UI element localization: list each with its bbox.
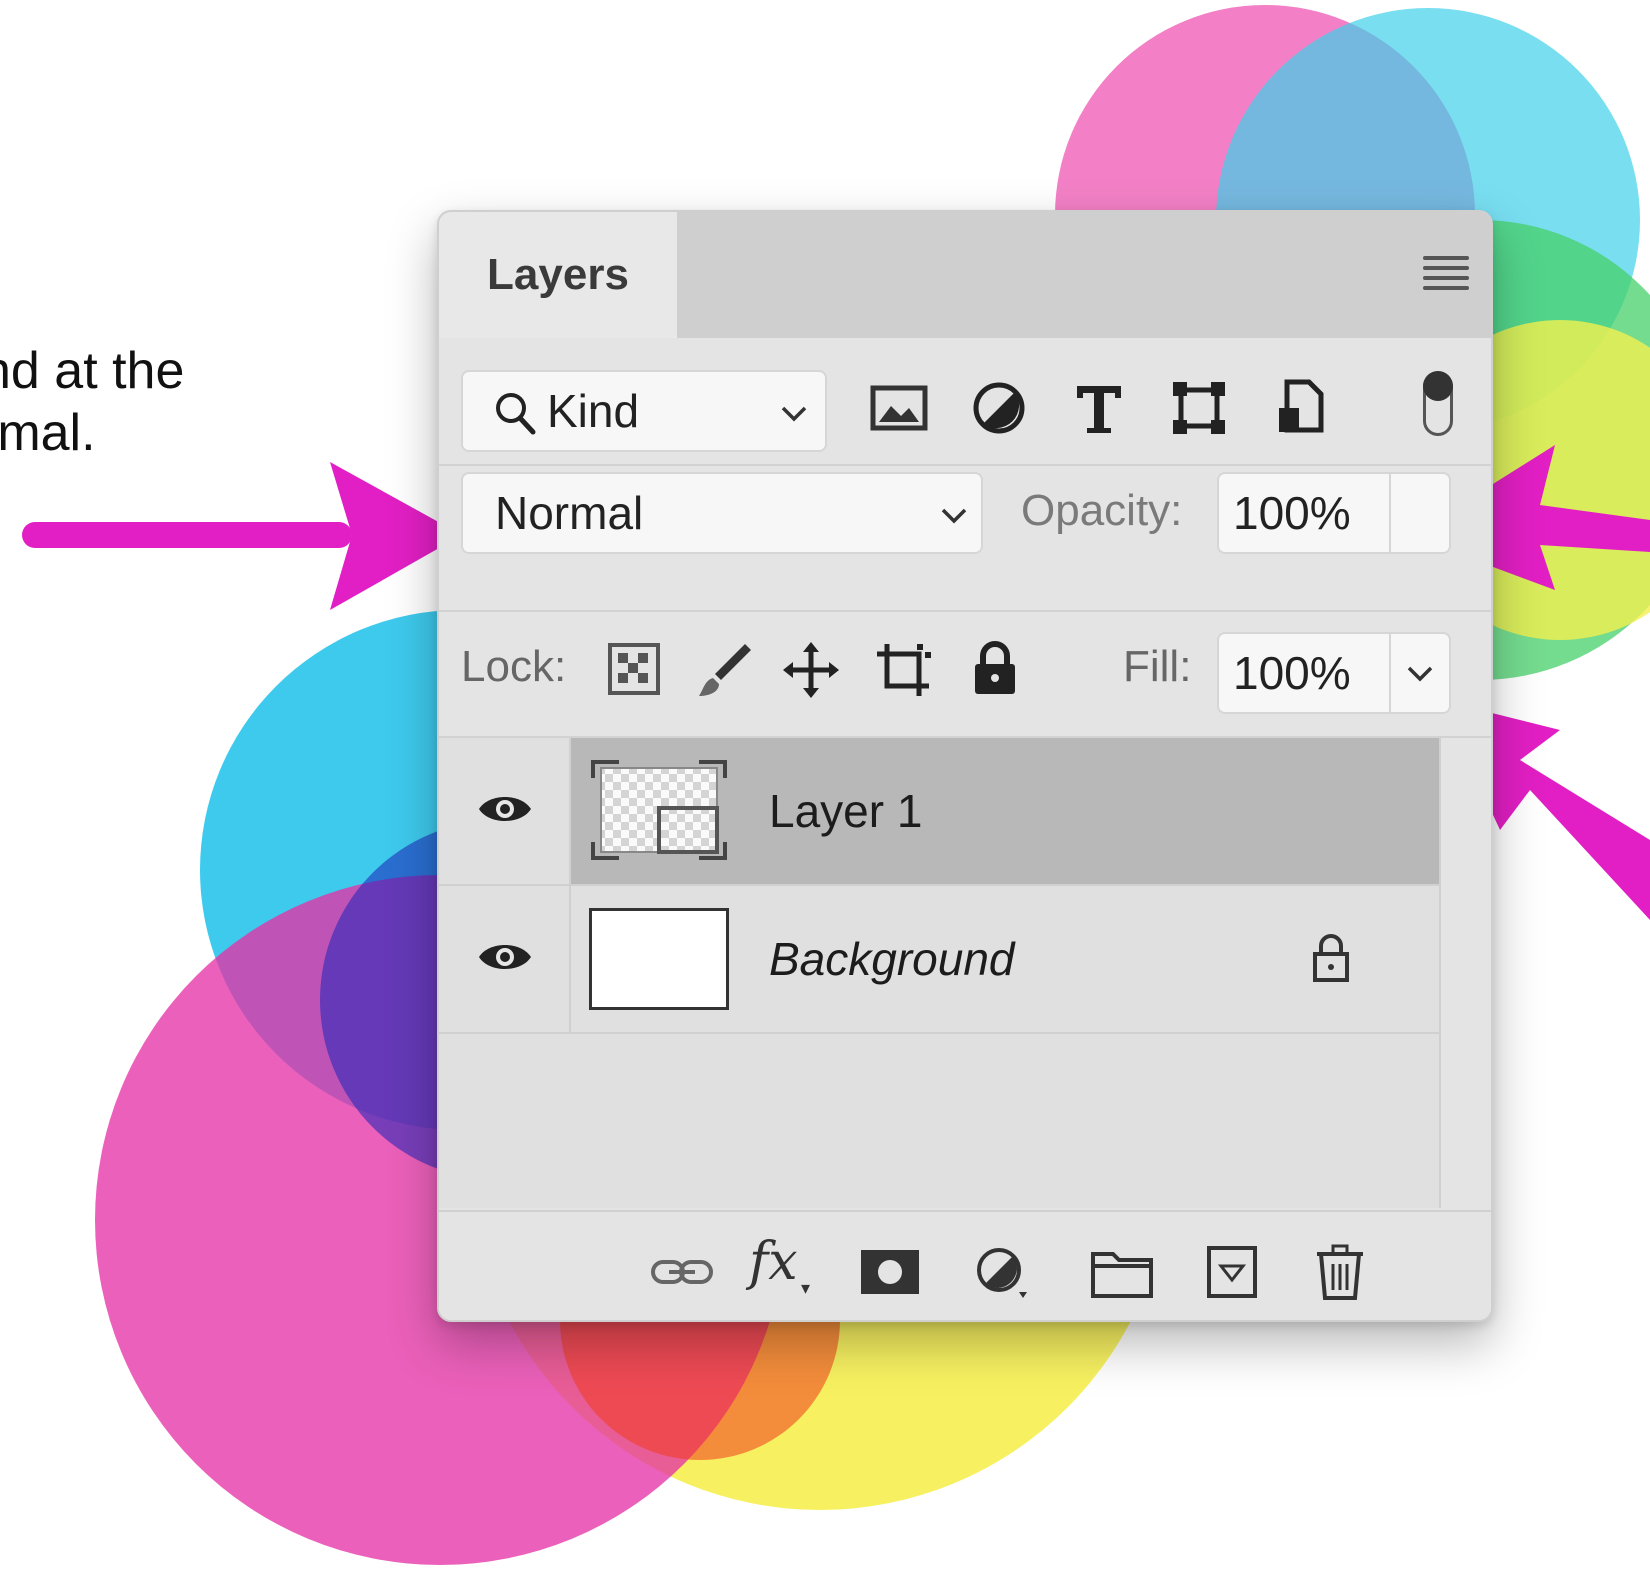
- filter-toggle[interactable]: [1423, 371, 1453, 436]
- chevron-down-icon: [941, 508, 967, 524]
- filter-row: Kind: [439, 338, 1491, 464]
- layers-list: Layer 1 Background: [439, 738, 1441, 1208]
- blend-mode-value: Normal: [495, 487, 644, 539]
- lock-position-icon[interactable]: [781, 640, 841, 700]
- eye-icon[interactable]: [477, 789, 533, 829]
- column-divider: [569, 738, 571, 1034]
- panel-menu-icon[interactable]: [1423, 256, 1469, 292]
- eye-icon[interactable]: [477, 937, 533, 977]
- opacity-input[interactable]: 100%: [1217, 472, 1391, 554]
- layer-row-background[interactable]: Background: [439, 886, 1439, 1032]
- fx-label: fx: [749, 1232, 798, 1292]
- adjustment-filter-icon[interactable]: [969, 378, 1029, 438]
- background-thumbnail: [589, 908, 729, 1010]
- caption-line-1: nd at the: [0, 342, 185, 400]
- type-filter-icon[interactable]: [1069, 378, 1129, 438]
- smart-object-filter-icon[interactable]: [1271, 378, 1331, 438]
- panel-footer: fx ▾: [439, 1210, 1491, 1320]
- search-icon: [496, 393, 536, 435]
- layer-name: Background: [769, 933, 1015, 985]
- kind-label: Kind: [547, 385, 640, 437]
- tab-layers[interactable]: Layers: [439, 212, 677, 338]
- panel-tab-bar: Layers: [439, 212, 1491, 338]
- divider: [439, 1032, 1439, 1034]
- lock-transparent-pixels-icon[interactable]: [607, 642, 661, 696]
- layer-lock-icon: [1313, 934, 1349, 982]
- new-layer-icon[interactable]: [1199, 1242, 1265, 1302]
- arrow-blend-mode: [22, 462, 462, 610]
- chevron-down-icon: [1407, 666, 1433, 682]
- blend-mode-dropdown[interactable]: Normal: [461, 472, 983, 554]
- fill-value: 100%: [1233, 647, 1351, 699]
- adjustment-layer-icon[interactable]: [969, 1242, 1035, 1302]
- layer-1-thumbnail: [591, 760, 727, 860]
- fill-dropdown-button[interactable]: [1389, 632, 1451, 714]
- delete-layer-icon[interactable]: [1307, 1242, 1373, 1302]
- new-group-icon[interactable]: [1089, 1242, 1155, 1302]
- fx-submenu-indicator: ▾: [801, 1278, 811, 1299]
- kind-filter-dropdown[interactable]: Kind: [461, 370, 827, 452]
- lock-row: Lock: Fill: 100%: [439, 612, 1491, 736]
- lock-all-icon[interactable]: [965, 638, 1025, 698]
- link-layers-icon[interactable]: [649, 1242, 715, 1302]
- lock-label: Lock:: [461, 642, 567, 691]
- fx-icon[interactable]: fx ▾: [749, 1232, 815, 1299]
- instruction-caption: nd at the rmal.: [0, 340, 220, 464]
- toggle-knob: [1423, 371, 1453, 401]
- lock-image-pixels-icon[interactable]: [695, 640, 755, 700]
- image-filter-icon[interactable]: [869, 378, 929, 438]
- fill-label: Fill:: [1123, 642, 1192, 691]
- layer-row-layer-1[interactable]: Layer 1: [439, 738, 1439, 884]
- caption-line-2: rmal.: [0, 404, 96, 462]
- opacity-value: 100%: [1233, 487, 1351, 539]
- shape-filter-icon[interactable]: [1169, 378, 1229, 438]
- lock-artboard-icon[interactable]: [873, 640, 933, 700]
- opacity-dropdown-button[interactable]: [1389, 472, 1451, 554]
- chevron-down-icon: [781, 406, 807, 422]
- layer-mask-icon[interactable]: [857, 1242, 923, 1302]
- fill-input[interactable]: 100%: [1217, 632, 1391, 714]
- layers-panel: Layers Kind Normal Opacity: 100% Lock: F…: [437, 210, 1493, 1322]
- layer-name: Layer 1: [769, 785, 923, 837]
- blend-row: Normal Opacity: 100%: [439, 466, 1491, 586]
- opacity-label: Opacity:: [1021, 486, 1183, 535]
